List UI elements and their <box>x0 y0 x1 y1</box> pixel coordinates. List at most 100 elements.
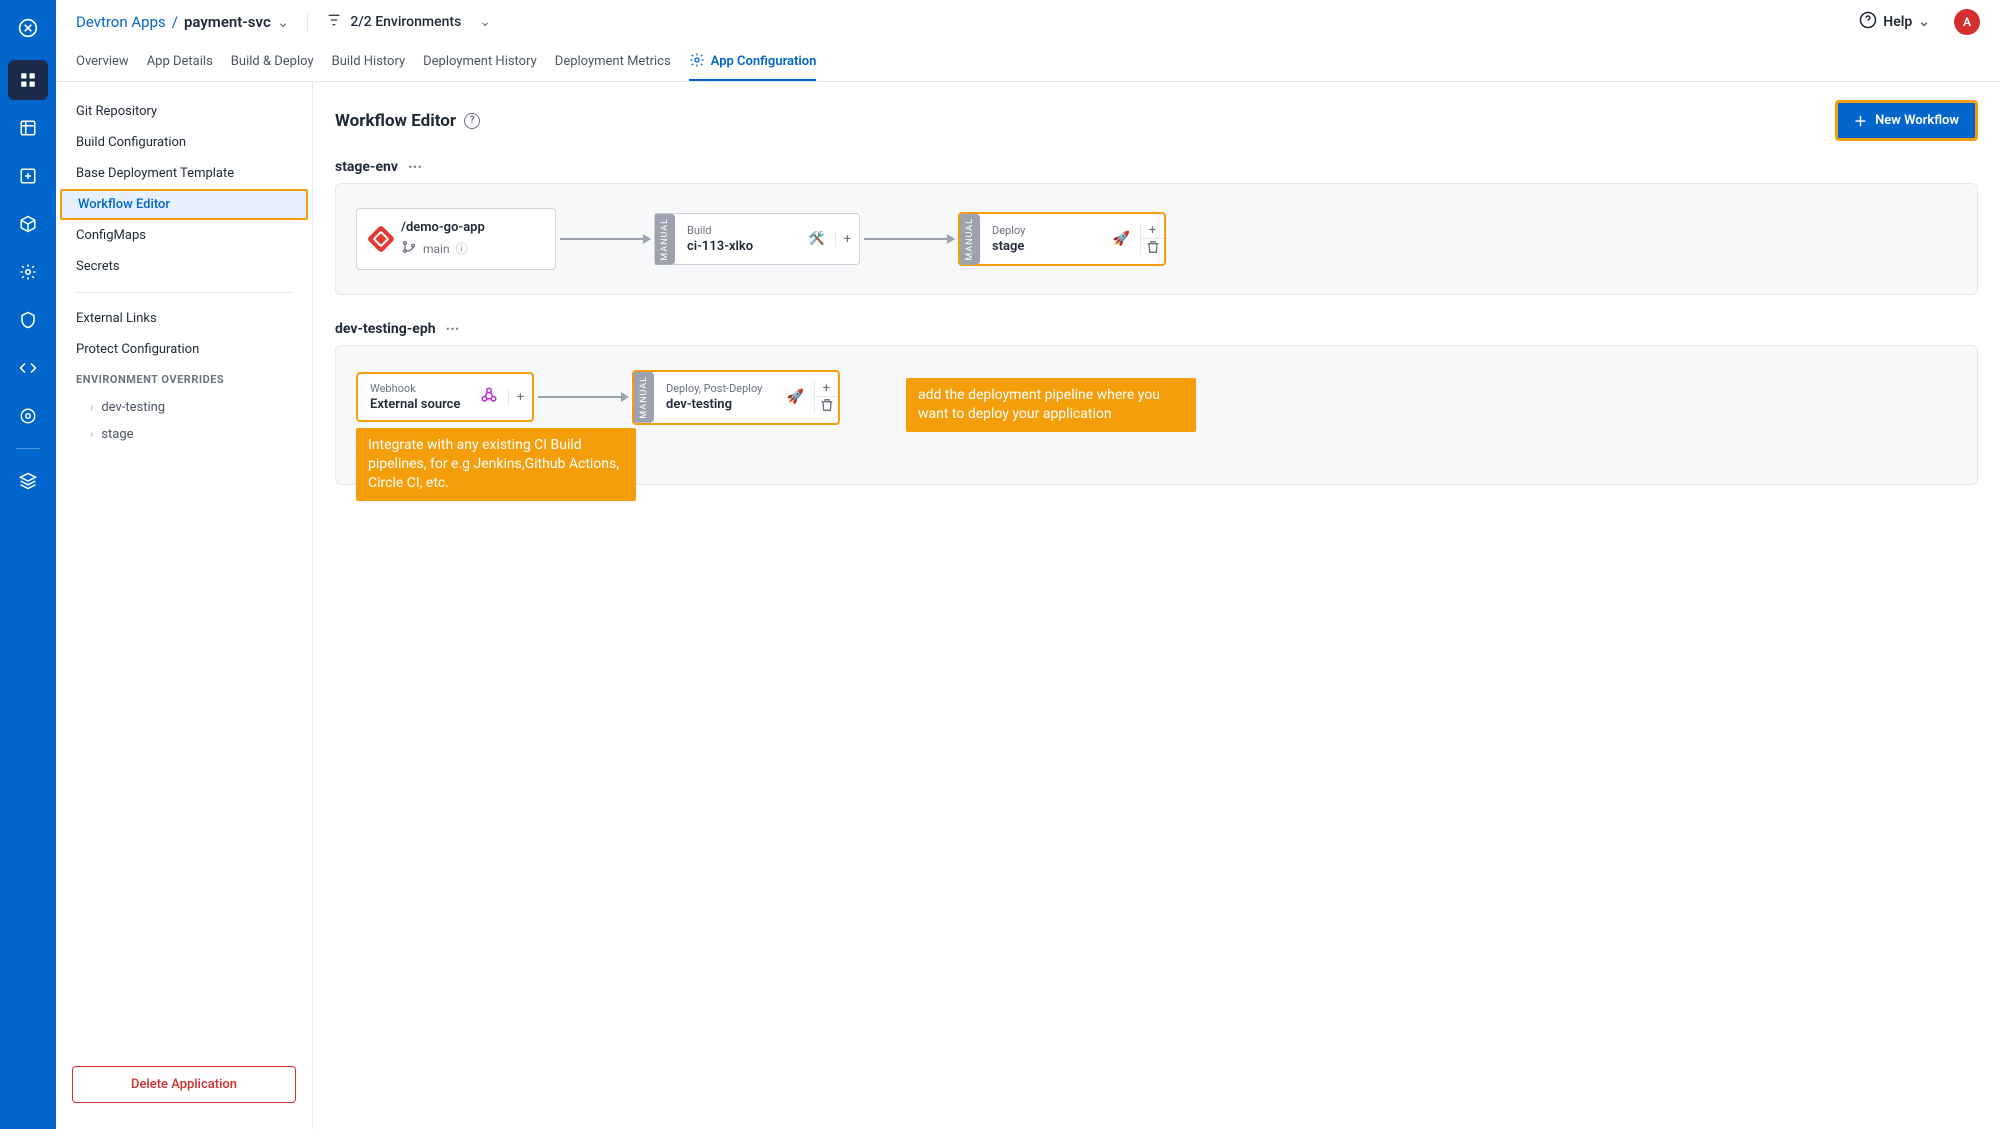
config-sidebar: Git Repository Build Configuration Base … <box>56 82 313 1129</box>
sidebar-item-secrets[interactable]: Secrets <box>56 251 312 282</box>
info-icon: ⓘ <box>456 240 468 257</box>
tools-icon: 🛠️ <box>809 232 825 247</box>
sidebar-item-protect-config[interactable]: Protect Configuration <box>56 334 312 365</box>
deploy-node[interactable]: MANUAL Deploy, Post-Deploy dev-testing 🚀… <box>632 370 840 425</box>
more-icon[interactable]: ⋯ <box>446 321 462 337</box>
tab-app-configuration[interactable]: App Configuration <box>689 44 817 81</box>
chevron-down-icon[interactable]: ⌄ <box>479 14 491 30</box>
webhook-value: External source <box>370 397 466 412</box>
rail-add-icon[interactable] <box>8 156 48 196</box>
deploy-node[interactable]: MANUAL Deploy stage 🚀 + <box>958 212 1166 267</box>
add-stage-button[interactable]: + <box>509 390 532 405</box>
source-node[interactable]: /demo-go-app main ⓘ <box>356 208 556 270</box>
logo-icon <box>12 12 44 44</box>
sidebar-env-stage[interactable]: ›stage <box>56 421 312 448</box>
chevron-right-icon: › <box>90 401 93 414</box>
content: Workflow Editor ? ＋ New Workflow stage-e… <box>313 82 2000 1129</box>
add-stage-button[interactable]: + <box>815 381 838 397</box>
header: Devtron Apps / payment-svc ⌄ 2/2 Environ… <box>56 0 2000 44</box>
git-icon <box>367 225 395 253</box>
workflow-canvas: Webhook External source + MANUAL <box>335 345 1978 485</box>
callout-webhook: Integrate with any existing CI Build pip… <box>356 428 636 501</box>
add-stage-button[interactable]: + <box>836 232 859 247</box>
build-node[interactable]: MANUAL Build ci-113-xlko 🛠️ + <box>654 213 860 266</box>
rail-divider <box>16 448 40 449</box>
sidebar-item-external-links[interactable]: External Links <box>56 303 312 334</box>
filter-icon <box>326 12 342 32</box>
chevron-right-icon: › <box>90 428 93 441</box>
info-icon[interactable]: ? <box>464 113 480 129</box>
breadcrumb-parent[interactable]: Devtron Apps <box>76 13 166 31</box>
sidebar-item-git-repo[interactable]: Git Repository <box>56 96 312 127</box>
delete-stage-button[interactable] <box>815 397 838 413</box>
manual-label: MANUAL <box>960 214 980 265</box>
sidebar-item-build-config[interactable]: Build Configuration <box>56 127 312 158</box>
tab-deployment-history[interactable]: Deployment History <box>423 44 537 81</box>
rail-code-icon[interactable] <box>8 348 48 388</box>
rail-layers-icon[interactable] <box>8 461 48 501</box>
delete-application-button[interactable]: Delete Application <box>72 1066 296 1103</box>
callout-deploy: add the deployment pipeline where you wa… <box>906 378 1196 432</box>
sidebar-env-dev-testing[interactable]: ›dev-testing <box>56 394 312 421</box>
sidebar-item-configmaps[interactable]: ConfigMaps <box>56 220 312 251</box>
rail-settings-icon[interactable] <box>8 396 48 436</box>
rail-chart-icon[interactable] <box>8 108 48 148</box>
webhook-label: Webhook <box>370 382 466 395</box>
arrow-icon <box>538 396 628 398</box>
sidebar-item-base-template[interactable]: Base Deployment Template <box>56 158 312 189</box>
delete-stage-button[interactable] <box>1141 239 1164 255</box>
breadcrumb-sep: / <box>172 13 178 31</box>
rocket-icon: 🚀 <box>787 389 804 405</box>
env-filter-label: 2/2 Environments <box>350 14 461 30</box>
branch-icon <box>401 239 417 258</box>
help-button[interactable]: Help ⌄ <box>1859 11 1930 33</box>
sidebar-heading-env: ENVIRONMENT OVERRIDES <box>56 365 312 394</box>
rocket-icon: 🚀 <box>1113 231 1130 247</box>
branch-name: main <box>423 242 450 256</box>
divider <box>307 12 308 32</box>
deploy-label: Deploy, Post-Deploy <box>666 382 772 395</box>
tab-build-history[interactable]: Build History <box>332 44 406 81</box>
add-stage-button[interactable]: + <box>1141 223 1164 239</box>
page-title: Workflow Editor ? <box>335 111 480 131</box>
manual-label: MANUAL <box>655 214 675 265</box>
rail-apps-icon[interactable] <box>8 60 48 100</box>
arrow-icon <box>864 238 954 240</box>
gear-icon <box>689 52 705 72</box>
build-value: ci-113-xlko <box>687 239 793 254</box>
tab-app-details[interactable]: App Details <box>147 44 213 81</box>
help-icon <box>1859 11 1877 33</box>
plus-icon: ＋ <box>1854 111 1867 130</box>
deploy-label: Deploy <box>992 224 1098 237</box>
sidebar-divider <box>76 292 292 293</box>
new-workflow-button[interactable]: ＋ New Workflow <box>1835 100 1978 141</box>
arrow-icon <box>560 238 650 240</box>
workflow-name: stage-env ⋯ <box>335 159 1978 175</box>
tab-overview[interactable]: Overview <box>76 44 129 81</box>
manual-label: MANUAL <box>634 372 654 423</box>
build-label: Build <box>687 224 793 237</box>
source-title: /demo-go-app <box>401 220 485 235</box>
breadcrumb-current: payment-svc <box>184 13 271 31</box>
chevron-down-icon[interactable]: ⌄ <box>277 13 290 31</box>
more-icon[interactable]: ⋯ <box>408 159 424 175</box>
sidebar-item-workflow-editor[interactable]: Workflow Editor <box>60 189 308 220</box>
env-filter[interactable]: 2/2 Environments ⌄ <box>326 12 491 32</box>
workflow-name: dev-testing-eph ⋯ <box>335 321 1978 337</box>
tab-deployment-metrics[interactable]: Deployment Metrics <box>555 44 671 81</box>
webhook-source-node[interactable]: Webhook External source + <box>356 372 534 422</box>
rail-gear-icon[interactable] <box>8 252 48 292</box>
avatar[interactable]: A <box>1954 9 1980 35</box>
tabs: Overview App Details Build & Deploy Buil… <box>56 44 2000 82</box>
help-label: Help <box>1883 14 1912 30</box>
tab-build-deploy[interactable]: Build & Deploy <box>231 44 314 81</box>
chevron-down-icon: ⌄ <box>1918 14 1930 30</box>
workflow-canvas: /demo-go-app main ⓘ MANUAL <box>335 183 1978 295</box>
deploy-value: stage <box>992 239 1098 254</box>
rail-cube-icon[interactable] <box>8 204 48 244</box>
deploy-value: dev-testing <box>666 397 772 412</box>
nav-rail <box>0 0 56 1129</box>
webhook-icon <box>480 386 498 408</box>
breadcrumb[interactable]: Devtron Apps / payment-svc ⌄ <box>76 13 289 31</box>
rail-shield-icon[interactable] <box>8 300 48 340</box>
